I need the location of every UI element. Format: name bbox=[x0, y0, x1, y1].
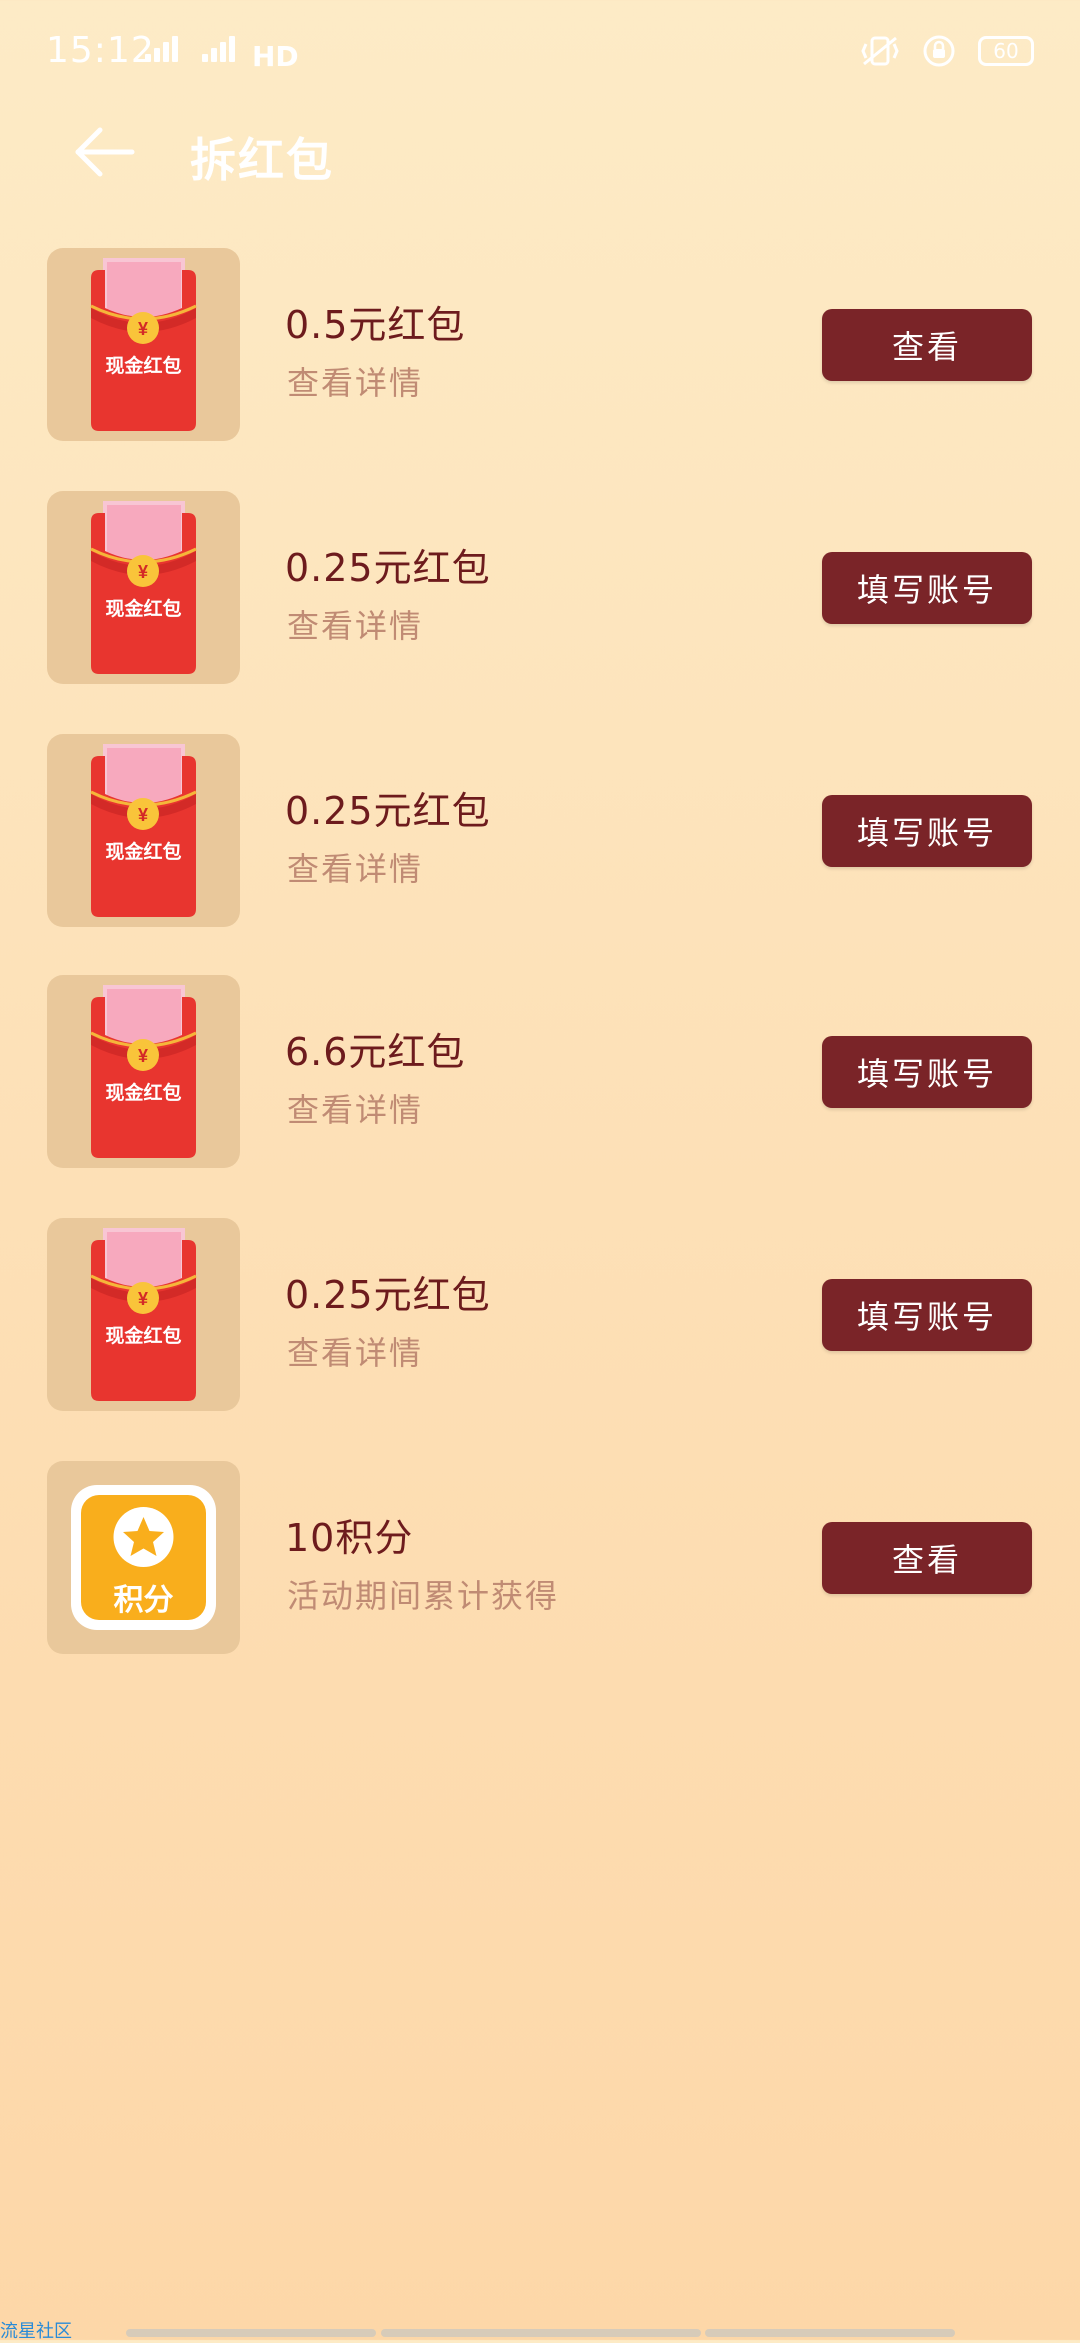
item-title: 0.25元红包 bbox=[285, 1273, 491, 1317]
red-envelope-icon: ¥ bbox=[90, 501, 197, 674]
nav-bar-segment bbox=[381, 2329, 701, 2337]
view-button[interactable]: 查看 bbox=[822, 1522, 1032, 1594]
view-button[interactable]: 查看 bbox=[822, 309, 1032, 381]
list-item: ¥ 现金红包 0.25元红包 查看详情 填写账号 bbox=[0, 734, 1080, 927]
battery-indicator: 60 bbox=[978, 36, 1034, 66]
vibrate-icon bbox=[861, 36, 899, 66]
points-thumbnail: 积分 bbox=[47, 1461, 240, 1654]
item-title: 0.25元红包 bbox=[285, 789, 491, 833]
svg-text:¥: ¥ bbox=[138, 805, 148, 825]
item-details-link[interactable]: 查看详情 bbox=[287, 1328, 423, 1374]
red-envelope-icon: ¥ bbox=[90, 1228, 197, 1401]
status-time: 15:12 bbox=[46, 30, 155, 71]
nav-bar-segment bbox=[705, 2329, 955, 2337]
thumbnail-label: 现金红包 bbox=[105, 355, 182, 377]
red-envelope-thumbnail: ¥ 现金红包 bbox=[47, 975, 240, 1168]
nav-bar-segment bbox=[126, 2329, 376, 2337]
watermark: 流星社区 bbox=[0, 2321, 72, 2342]
list-item: ¥ 现金红包 6.6元红包 查看详情 填写账号 bbox=[0, 975, 1080, 1168]
page-title: 拆红包 bbox=[190, 133, 334, 187]
thumbnail-label: 现金红包 bbox=[105, 598, 182, 620]
network-type: HD bbox=[252, 40, 299, 73]
red-envelope-icon: ¥ bbox=[90, 985, 197, 1158]
list-item: ¥ 现金红包 0.25元红包 查看详情 填写账号 bbox=[0, 1218, 1080, 1411]
thumbnail-label: 积分 bbox=[113, 1583, 174, 1618]
item-details-link[interactable]: 查看详情 bbox=[287, 601, 423, 647]
svg-text:¥: ¥ bbox=[138, 319, 148, 339]
red-envelope-thumbnail: ¥ 现金红包 bbox=[47, 734, 240, 927]
fill-account-button[interactable]: 填写账号 bbox=[822, 1279, 1032, 1351]
item-description: 活动期间累计获得 bbox=[287, 1577, 560, 1615]
thumbnail-label: 现金红包 bbox=[105, 1082, 182, 1104]
back-arrow-icon bbox=[75, 127, 135, 177]
item-title: 10积分 bbox=[285, 1516, 414, 1560]
back-button[interactable] bbox=[70, 122, 140, 182]
list-item: ¥ 现金红包 0.25元红包 查看详情 填写账号 bbox=[0, 491, 1080, 684]
list-item: ¥ 现金红包 0.5元红包 查看详情 查看 bbox=[0, 248, 1080, 441]
red-envelope-icon: ¥ bbox=[90, 744, 197, 917]
red-envelope-thumbnail: ¥ 现金红包 bbox=[47, 491, 240, 684]
thumbnail-label: 现金红包 bbox=[105, 841, 182, 863]
signal-icon bbox=[145, 36, 235, 62]
item-details-link[interactable]: 查看详情 bbox=[287, 1085, 423, 1131]
fill-account-button[interactable]: 填写账号 bbox=[822, 552, 1032, 624]
red-envelope-thumbnail: ¥ 现金红包 bbox=[47, 248, 240, 441]
svg-text:¥: ¥ bbox=[138, 1289, 148, 1309]
red-envelope-icon: ¥ bbox=[90, 258, 197, 431]
item-title: 0.25元红包 bbox=[285, 546, 491, 590]
svg-text:¥: ¥ bbox=[138, 562, 148, 582]
item-title: 0.5元红包 bbox=[285, 303, 466, 347]
fill-account-button[interactable]: 填写账号 bbox=[822, 1036, 1032, 1108]
svg-text:¥: ¥ bbox=[138, 1046, 148, 1066]
star-icon bbox=[113, 1507, 174, 1567]
item-title: 6.6元红包 bbox=[285, 1030, 466, 1074]
status-bar: 15:12 HD 60 bbox=[0, 0, 1080, 110]
fill-account-button[interactable]: 填写账号 bbox=[822, 795, 1032, 867]
item-details-link[interactable]: 查看详情 bbox=[287, 358, 423, 404]
red-envelope-thumbnail: ¥ 现金红包 bbox=[47, 1218, 240, 1411]
thumbnail-label: 现金红包 bbox=[105, 1325, 182, 1347]
lock-rotation-icon bbox=[923, 35, 955, 67]
item-details-link[interactable]: 查看详情 bbox=[287, 844, 423, 890]
list-item: 积分 10积分 活动期间累计获得 查看 bbox=[0, 1461, 1080, 1654]
